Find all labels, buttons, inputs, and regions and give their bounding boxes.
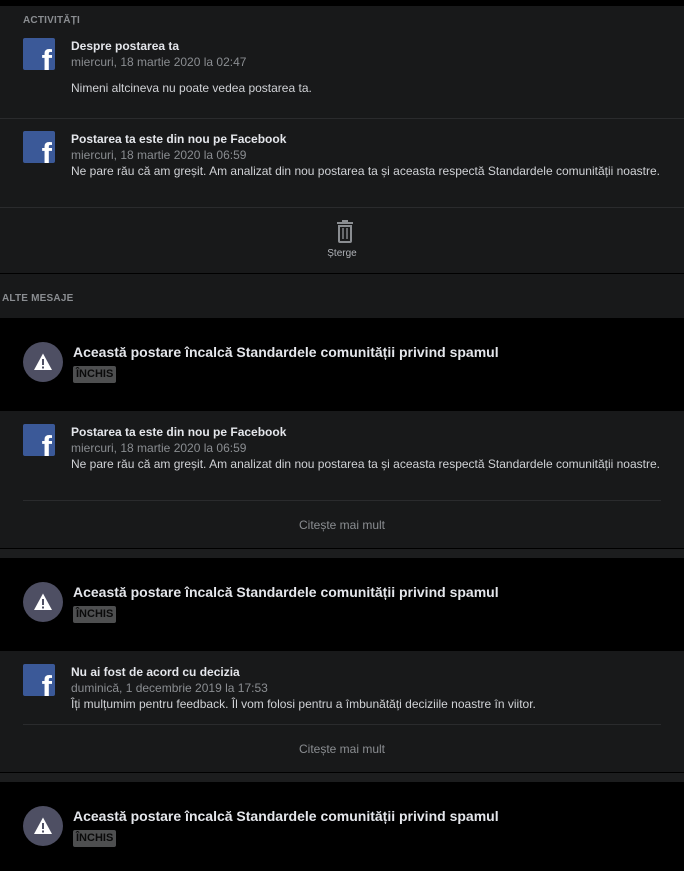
facebook-logo-icon: f (23, 38, 55, 70)
facebook-logo-icon: f (23, 664, 55, 696)
activity-body: Ne pare rău că am greșit. Am analizat di… (71, 164, 660, 178)
divider (0, 207, 684, 208)
warning-title: Această postare încalcă Standardele comu… (73, 584, 499, 600)
warning-icon (23, 806, 63, 846)
message-date: miercuri, 18 martie 2020 la 06:59 (71, 441, 247, 455)
warning-title: Această postare încalcă Standardele comu… (73, 344, 499, 360)
warning-icon (23, 582, 63, 622)
facebook-logo-icon: f (23, 424, 55, 456)
separator-band (0, 549, 684, 558)
message-title: Postarea ta este din nou pe Facebook (71, 425, 287, 439)
other-messages-header-bar (0, 274, 684, 318)
status-badge: ÎNCHIS (73, 606, 117, 623)
activities-header: ACTIVITĂȚI (23, 15, 80, 26)
warning-title: Această postare încalcă Standardele comu… (73, 808, 499, 824)
message-date: duminică, 1 decembrie 2019 la 17:53 (71, 681, 268, 695)
status-badge: ÎNCHIS (73, 830, 117, 847)
activity-date: miercuri, 18 martie 2020 la 06:59 (71, 148, 247, 162)
trash-icon[interactable] (336, 220, 354, 243)
facebook-logo-icon: f (23, 131, 55, 163)
separator-band (0, 773, 684, 782)
warning-icon (23, 342, 63, 382)
divider (23, 724, 661, 725)
activity-date: miercuri, 18 martie 2020 la 02:47 (71, 55, 247, 69)
activity-title: Despre postarea ta (71, 39, 180, 53)
activity-title: Postarea ta este din nou pe Facebook (71, 132, 287, 146)
other-messages-header: ALTE MESAJE (2, 293, 74, 304)
status-badge: ÎNCHIS (73, 366, 117, 383)
message-body: Ne pare rău că am greșit. Am analizat di… (71, 457, 660, 471)
delete-button[interactable]: Șterge (0, 248, 684, 259)
read-more-link[interactable]: Citește mai mult (0, 742, 684, 756)
message-title: Nu ai fost de acord cu decizia (71, 665, 240, 679)
divider (0, 118, 684, 119)
divider (23, 500, 661, 501)
message-body: Îți mulțumim pentru feedback. Îl vom fol… (71, 697, 536, 711)
read-more-link[interactable]: Citește mai mult (0, 518, 684, 532)
activity-body: Nimeni altcineva nu poate vedea postarea… (71, 81, 312, 95)
